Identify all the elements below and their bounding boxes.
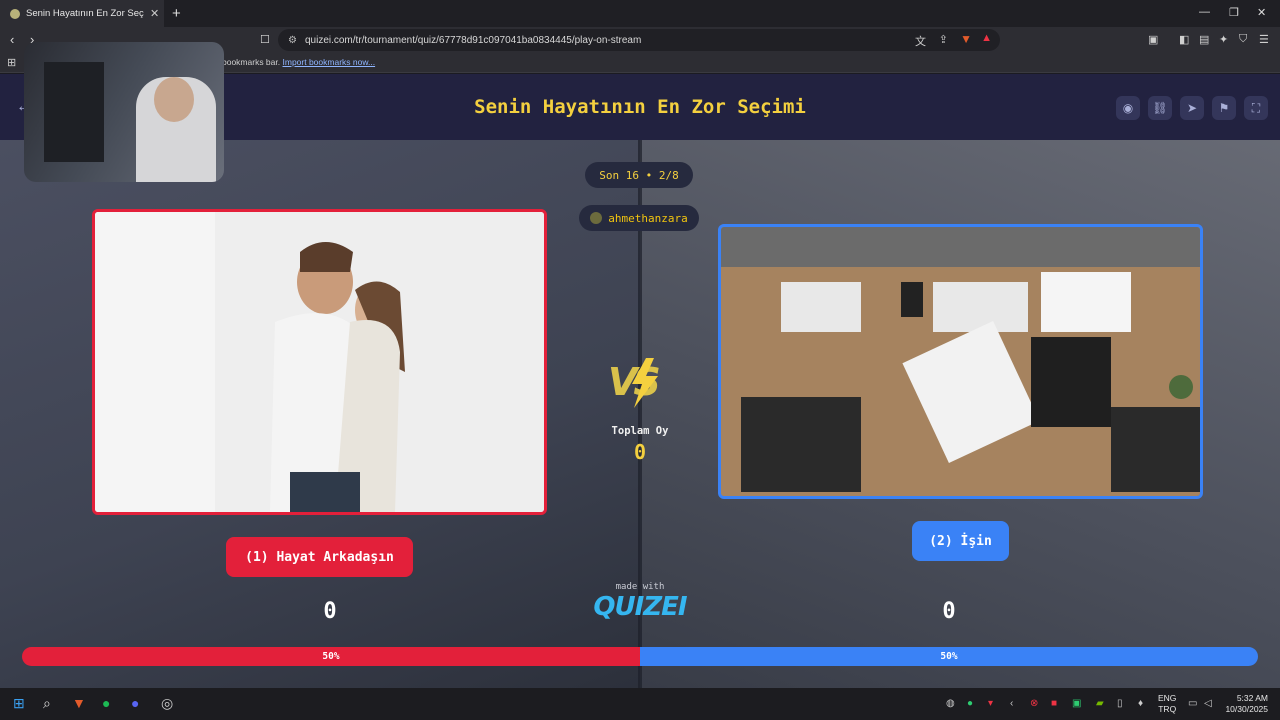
apps-icon[interactable]: ⊞ (7, 56, 16, 69)
vote-left-button[interactable]: (1) Hayat Arkadaşın (226, 537, 413, 577)
link-icon[interactable]: ⛓ (1148, 96, 1172, 120)
url-text: quizei.com/tr/tournament/quiz/67778d91c0… (304, 34, 642, 46)
couple-photo (95, 212, 544, 512)
tray-icon-4[interactable]: ‹ (1010, 698, 1013, 709)
streamer-name: ahmethanzara (608, 211, 688, 225)
bookmark-icon[interactable]: ☐ (260, 33, 270, 46)
header-actions: ◉ ⛓ ➤ ⚑ ⛶ (1116, 96, 1268, 120)
discord-icon[interactable]: ● (131, 695, 139, 711)
site-info-icon[interactable]: ⚙ (288, 35, 297, 46)
tray-icon-2[interactable]: ● (967, 698, 973, 709)
leo-icon[interactable]: ✦ (1219, 33, 1228, 46)
webcam-monitor (44, 62, 104, 162)
reader-icon[interactable]: ▣ (1148, 33, 1158, 46)
usb-icon[interactable]: ▯ (1117, 698, 1123, 709)
brave-taskbar-icon[interactable]: ▼ (72, 695, 86, 711)
webcam-person-head (154, 77, 194, 122)
nvidia-icon[interactable]: ▰ (1096, 698, 1104, 709)
made-with-label: made with (615, 582, 665, 592)
close-tab-icon[interactable]: ✕ (150, 7, 159, 20)
left-vote-count: 0 (323, 599, 337, 624)
restore-icon[interactable]: ❐ (1229, 6, 1239, 19)
spotify-icon[interactable]: ● (102, 695, 110, 711)
avatar (590, 212, 603, 224)
vpn-icon[interactable]: ⛉ (1239, 33, 1247, 46)
close-window-icon[interactable]: ✕ (1257, 6, 1266, 19)
back-icon[interactable]: ‹ (10, 32, 14, 47)
share-icon[interactable]: ⇪ (939, 33, 948, 46)
brave-rewards-icon[interactable]: ▲ (981, 32, 992, 44)
tray-icon-7[interactable]: ▣ (1072, 698, 1081, 709)
windows-start-icon[interactable]: ⊞ (13, 695, 25, 712)
send-icon[interactable]: ➤ (1180, 96, 1204, 120)
tab-title: Senin Hayatının En Zor Seçimi - (26, 8, 144, 19)
vs-badge: VS (606, 356, 676, 411)
tray-icon-6[interactable]: ■ (1051, 698, 1057, 709)
round-indicator: Son 16 • 2/8 (585, 162, 693, 188)
total-votes-value: 0 (633, 440, 647, 464)
microphone-icon[interactable]: ♦ (1138, 698, 1143, 709)
tab-bar: Senin Hayatının En Zor Seçimi - ✕ + — ❐ … (0, 0, 1280, 27)
brave-shields-icon[interactable]: ▼ (960, 32, 972, 46)
favicon-icon (10, 8, 20, 19)
wallet-icon[interactable]: ▤ (1199, 33, 1209, 46)
left-percent-bar: 50% (22, 647, 640, 666)
language-indicator[interactable]: ENG TRQ (1158, 693, 1176, 715)
taskbar: ⊞ ⌕ ▼ ● ● ◎ ◍ ● ▾ ‹ ⊗ ■ ▣ ▰ ▯ ♦ ENG TRQ … (0, 688, 1280, 720)
address-bar[interactable]: ⚙ quizei.com/tr/tournament/quiz/67778d91… (278, 29, 1000, 51)
menu-icon[interactable]: ☰ (1259, 33, 1269, 46)
fullscreen-icon[interactable]: ⛶ (1244, 96, 1268, 120)
right-percent-bar: 50% (640, 647, 1258, 666)
right-vote-count: 0 (942, 599, 956, 624)
webcam-overlay (24, 42, 224, 182)
volume-icon[interactable]: ◁ (1204, 698, 1212, 709)
obs-icon[interactable]: ◎ (161, 695, 173, 712)
network-icon[interactable]: ▭ (1188, 698, 1197, 709)
new-tab-button[interactable]: + (172, 5, 181, 22)
quizei-logo[interactable]: QUIZEI (590, 592, 690, 622)
tray-icon-1[interactable]: ◍ (946, 698, 955, 709)
streamer-badge: ahmethanzara (579, 205, 699, 231)
sidebar-icon[interactable]: ◧ (1179, 33, 1189, 46)
translate-icon[interactable]: 文 (915, 33, 926, 49)
lightning-icon (632, 358, 658, 408)
office-desk-photo (721, 227, 1200, 496)
vote-progress-bar: 50% 50% (22, 647, 1258, 666)
vote-right-button[interactable]: (2) İşin (912, 521, 1009, 561)
clock-date: 10/30/2025 (1225, 704, 1268, 714)
eye-icon[interactable]: ◉ (1116, 96, 1140, 120)
lang-top: ENG (1158, 693, 1177, 703)
system-clock[interactable]: 5:32 AM 10/30/2025 (1225, 693, 1268, 715)
search-icon[interactable]: ⌕ (43, 695, 51, 712)
option-right-image[interactable] (718, 224, 1203, 499)
clock-time: 5:32 AM (1236, 693, 1268, 703)
option-left-image[interactable] (92, 209, 547, 515)
total-votes-label: Toplam Oy (611, 425, 669, 437)
browser-tab[interactable]: Senin Hayatının En Zor Seçimi - ✕ (0, 0, 164, 27)
tray-icon-3[interactable]: ▾ (988, 698, 993, 709)
import-bookmarks-link[interactable]: Import bookmarks now... (283, 57, 376, 67)
flag-icon[interactable]: ⚑ (1212, 96, 1236, 120)
lang-bottom: TRQ (1158, 704, 1177, 714)
minimize-icon[interactable]: — (1199, 6, 1210, 18)
tray-icon-5[interactable]: ⊗ (1030, 698, 1038, 709)
bookmarks-hint: bookmarks bar. Import bookmarks now... (222, 57, 376, 67)
